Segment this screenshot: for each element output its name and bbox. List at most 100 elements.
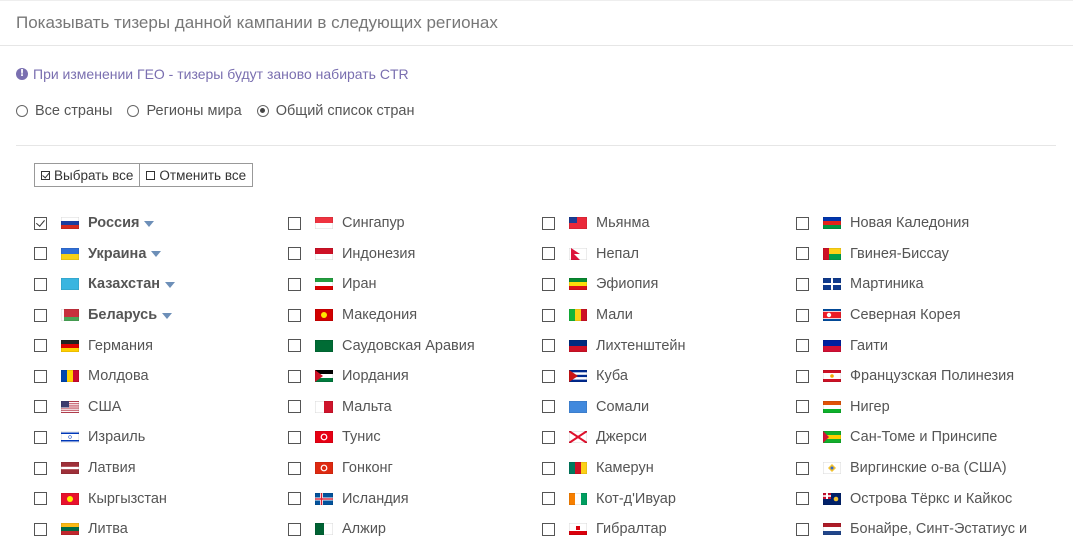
country-item[interactable]: Мальта — [288, 392, 542, 423]
country-item[interactable]: Мартиника — [796, 269, 1056, 300]
country-item[interactable]: Лихтенштейн — [542, 330, 796, 361]
country-item[interactable]: Камерун — [542, 453, 796, 484]
country-checkbox[interactable] — [796, 277, 809, 291]
country-checkbox[interactable] — [288, 400, 301, 414]
country-item[interactable]: Алжир — [288, 514, 542, 545]
radio-circle[interactable] — [16, 105, 28, 117]
country-checkbox[interactable] — [34, 339, 47, 353]
country-item[interactable]: Мали — [542, 300, 796, 331]
country-item[interactable]: Молдова — [34, 361, 288, 392]
country-checkbox[interactable] — [34, 461, 47, 475]
country-item[interactable]: Украина — [34, 239, 288, 270]
country-checkbox[interactable] — [542, 400, 555, 414]
caret-down-icon[interactable] — [165, 281, 176, 288]
country-checkbox[interactable] — [542, 522, 555, 536]
country-checkbox[interactable] — [288, 277, 301, 291]
country-item[interactable]: Казахстан — [34, 269, 288, 300]
country-item[interactable]: Сан-Томе и Принсипе — [796, 422, 1056, 453]
country-item[interactable]: Виргинские о-ва (США) — [796, 453, 1056, 484]
country-checkbox[interactable] — [288, 247, 301, 261]
country-checkbox[interactable] — [542, 369, 555, 383]
country-checkbox[interactable] — [796, 430, 809, 444]
country-item[interactable]: Германия — [34, 330, 288, 361]
country-checkbox[interactable] — [288, 369, 301, 383]
geo-mode-radio-1[interactable]: Регионы мира — [127, 103, 242, 119]
country-checkbox[interactable] — [796, 461, 809, 475]
geo-mode-radio-0[interactable]: Все страны — [16, 103, 112, 119]
country-checkbox[interactable] — [542, 216, 555, 230]
country-item[interactable]: Куба — [542, 361, 796, 392]
country-item[interactable]: Россия — [34, 208, 288, 239]
country-checkbox[interactable] — [34, 277, 47, 291]
country-checkbox[interactable] — [542, 339, 555, 353]
country-item[interactable]: Острова Тёркс и Кайкос — [796, 483, 1056, 514]
country-item[interactable]: Бонайре, Синт-Эстатиус и — [796, 514, 1056, 545]
country-item[interactable]: Саудовская Аравия — [288, 330, 542, 361]
country-checkbox[interactable] — [288, 461, 301, 475]
country-checkbox[interactable] — [542, 461, 555, 475]
country-checkbox[interactable] — [34, 247, 47, 261]
country-checkbox[interactable] — [34, 430, 47, 444]
country-checkbox[interactable] — [34, 216, 47, 230]
radio-circle[interactable] — [256, 105, 269, 117]
country-item[interactable]: Джерси — [542, 422, 796, 453]
country-checkbox[interactable] — [34, 369, 47, 383]
country-checkbox[interactable] — [542, 277, 555, 291]
select-all-button[interactable]: Выбрать все — [34, 163, 141, 187]
country-item[interactable]: Македония — [288, 300, 542, 331]
country-checkbox[interactable] — [542, 247, 555, 261]
country-checkbox[interactable] — [288, 430, 301, 444]
deselect-all-button[interactable]: Отменить все — [140, 163, 254, 187]
country-item[interactable]: Северная Корея — [796, 300, 1056, 331]
country-checkbox[interactable] — [288, 339, 301, 353]
country-item[interactable]: Гаити — [796, 330, 1056, 361]
country-item[interactable]: Сингапур — [288, 208, 542, 239]
country-checkbox[interactable] — [288, 492, 301, 506]
country-checkbox[interactable] — [542, 430, 555, 444]
country-item[interactable]: Литва — [34, 514, 288, 545]
country-checkbox[interactable] — [288, 522, 301, 536]
country-item[interactable]: Исландия — [288, 483, 542, 514]
radio-circle[interactable] — [127, 105, 140, 117]
country-checkbox[interactable] — [34, 308, 47, 322]
country-checkbox[interactable] — [796, 308, 809, 322]
country-checkbox[interactable] — [796, 492, 809, 506]
country-item[interactable]: Гонконг — [288, 453, 542, 484]
country-item[interactable]: США — [34, 392, 288, 423]
country-item[interactable]: Гибралтар — [542, 514, 796, 545]
country-checkbox[interactable] — [288, 216, 301, 230]
country-checkbox[interactable] — [34, 400, 47, 414]
country-item[interactable]: Кыргызстан — [34, 483, 288, 514]
country-checkbox[interactable] — [796, 339, 809, 353]
country-item[interactable]: Непал — [542, 239, 796, 270]
country-checkbox[interactable] — [542, 308, 555, 322]
country-item[interactable]: Гвинея-Биссау — [796, 239, 1056, 270]
country-item[interactable]: Латвия — [34, 453, 288, 484]
country-item[interactable]: Израиль — [34, 422, 288, 453]
country-item[interactable]: Кот-д'Ивуар — [542, 483, 796, 514]
country-checkbox[interactable] — [796, 400, 809, 414]
country-item[interactable]: Беларусь — [34, 300, 288, 331]
country-item[interactable]: Индонезия — [288, 239, 542, 270]
caret-down-icon[interactable] — [151, 251, 162, 258]
country-item[interactable]: Тунис — [288, 422, 542, 453]
country-item[interactable]: Иордания — [288, 361, 542, 392]
country-checkbox[interactable] — [542, 492, 555, 506]
country-checkbox[interactable] — [796, 247, 809, 261]
country-checkbox[interactable] — [34, 492, 47, 506]
country-item[interactable]: Французская Полинезия — [796, 361, 1056, 392]
country-item[interactable]: Иран — [288, 269, 542, 300]
country-item[interactable]: Эфиопия — [542, 269, 796, 300]
country-item[interactable]: Мьянма — [542, 208, 796, 239]
caret-down-icon[interactable] — [144, 220, 155, 227]
geo-mode-radio-2[interactable]: Общий список стран — [256, 103, 415, 119]
country-checkbox[interactable] — [796, 216, 809, 230]
country-checkbox[interactable] — [34, 522, 47, 536]
country-item[interactable]: Нигер — [796, 392, 1056, 423]
country-checkbox[interactable] — [796, 522, 809, 536]
country-checkbox[interactable] — [796, 369, 809, 383]
country-item[interactable]: Сомали — [542, 392, 796, 423]
country-item[interactable]: Новая Каледония — [796, 208, 1056, 239]
caret-down-icon[interactable] — [162, 312, 173, 319]
country-checkbox[interactable] — [288, 308, 301, 322]
